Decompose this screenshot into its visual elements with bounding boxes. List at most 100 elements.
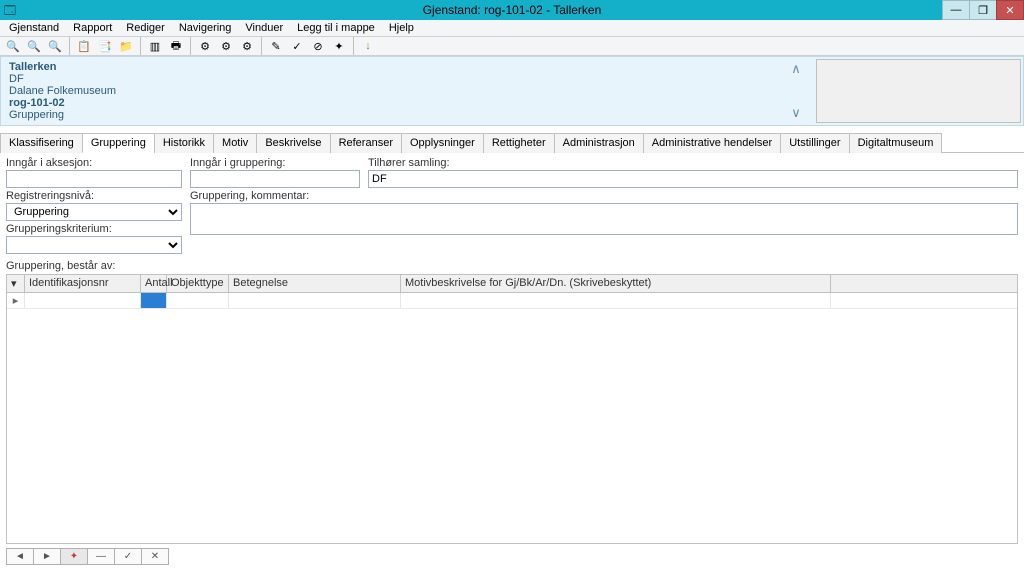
nav-next-button[interactable]: ►: [33, 548, 61, 565]
toolbar-separator: [190, 37, 191, 55]
record-nav: ◄ ► ✦ — ✓ ✕: [0, 544, 1024, 569]
tab-gruppering[interactable]: Gruppering: [82, 133, 155, 153]
cell-betegnelse[interactable]: [229, 293, 401, 308]
scroll-down-icon[interactable]: ∨: [791, 105, 801, 121]
menu-bar: Gjenstand Rapport Rediger Navigering Vin…: [0, 20, 1024, 37]
cancel-icon[interactable]: ⊘: [309, 37, 327, 55]
copy-icon[interactable]: 📑: [96, 37, 114, 55]
cell-id[interactable]: [25, 293, 141, 308]
info-name: Tallerken: [9, 61, 780, 73]
print-icon[interactable]: 🖶: [167, 37, 185, 55]
grid: ▾ Identifikasjonsnr Antall Objekttype Be…: [6, 274, 1018, 544]
menu-rediger[interactable]: Rediger: [119, 20, 172, 36]
field-registreringsniva: Registreringsnivå: Gruppering Gruppering…: [6, 190, 182, 254]
zoom-fit-icon[interactable]: 🔍: [46, 37, 64, 55]
check-icon[interactable]: ✓: [288, 37, 306, 55]
info-group: Gruppering: [9, 109, 780, 121]
grid-body[interactable]: ▸: [7, 293, 1017, 543]
window-controls: — ❐ ✕: [943, 0, 1024, 20]
toolbar-separator: [69, 37, 70, 55]
marker-icon[interactable]: ↓: [359, 37, 377, 55]
select-grupperingskriterium[interactable]: [6, 236, 182, 254]
close-button[interactable]: ✕: [996, 0, 1024, 20]
menu-rapport[interactable]: Rapport: [66, 20, 119, 36]
tab-administrasjon[interactable]: Administrasjon: [554, 133, 644, 153]
toolbar-separator: [353, 37, 354, 55]
app-icon: 🗔: [4, 2, 20, 18]
label-registreringsniva: Registreringsnivå:: [6, 190, 182, 202]
cell-objekttype[interactable]: [167, 293, 229, 308]
title-bar: 🗔 Gjenstand: rog-101-02 - Tallerken — ❐ …: [0, 0, 1024, 20]
tab-motiv[interactable]: Motiv: [213, 133, 257, 153]
label-grupperingskriterium: Grupperingskriterium:: [6, 223, 182, 235]
field-gruppering-kommentar: Gruppering, kommentar:: [190, 190, 1018, 238]
nav-first-button[interactable]: ◄: [6, 548, 34, 565]
textarea-gruppering-kommentar[interactable]: [190, 203, 1018, 235]
action-icon[interactable]: ✦: [330, 37, 348, 55]
tool2-icon[interactable]: ⚙: [217, 37, 235, 55]
info-panel: Tallerken DF Dalane Folkemuseum rog-101-…: [0, 56, 1024, 126]
tab-beskrivelse[interactable]: Beskrivelse: [256, 133, 330, 153]
menu-legg-til[interactable]: Legg til i mappe: [290, 20, 382, 36]
toolbar: 🔍 🔍 🔍 📋 📑 📁 ▥ 🖶 ⚙ ⚙ ⚙ ✎ ✓ ⊘ ✦ ↓: [0, 37, 1024, 56]
label-inngar-aksesjon: Inngår i aksesjon:: [6, 157, 182, 169]
list-icon[interactable]: 📋: [75, 37, 93, 55]
info-text: Tallerken DF Dalane Folkemuseum rog-101-…: [1, 57, 788, 125]
nav-add-button[interactable]: ✦: [60, 548, 88, 565]
label-tilhorer-samling: Tilhører samling:: [368, 157, 1018, 169]
grid-title: Gruppering, består av:: [0, 258, 1024, 274]
col-antall[interactable]: Antall: [141, 275, 167, 292]
maximize-button[interactable]: ❐: [969, 0, 997, 20]
label-inngar-gruppering: Inngår i gruppering:: [190, 157, 360, 169]
select-registreringsniva[interactable]: Gruppering: [6, 203, 182, 221]
tab-opplysninger[interactable]: Opplysninger: [401, 133, 484, 153]
tab-referanser[interactable]: Referanser: [330, 133, 402, 153]
nav-remove-button[interactable]: —: [87, 548, 115, 565]
zoom-in-icon[interactable]: 🔍: [25, 37, 43, 55]
tab-rettigheter[interactable]: Rettigheter: [483, 133, 555, 153]
grid-header: ▾ Identifikasjonsnr Antall Objekttype Be…: [7, 275, 1017, 293]
window-title: Gjenstand: rog-101-02 - Tallerken: [423, 3, 602, 17]
scroll-up-icon[interactable]: ∧: [791, 61, 801, 77]
label-gruppering-kommentar: Gruppering, kommentar:: [190, 190, 1018, 202]
field-inngar-aksesjon: Inngår i aksesjon:: [6, 157, 182, 188]
info-id: rog-101-02: [9, 97, 780, 109]
minimize-button[interactable]: —: [942, 0, 970, 20]
col-selector[interactable]: ▾: [7, 275, 25, 292]
barcode-icon[interactable]: ▥: [146, 37, 164, 55]
col-objekttype[interactable]: Objekttype: [167, 275, 229, 292]
row-marker-icon: ▸: [7, 293, 25, 308]
nav-cancel-button[interactable]: ✕: [141, 548, 169, 565]
edit-icon[interactable]: ✎: [267, 37, 285, 55]
tab-admin-hendelser[interactable]: Administrative hendelser: [643, 133, 781, 153]
grid-row[interactable]: ▸: [7, 293, 1017, 309]
field-tilhorer-samling: Tilhører samling:: [368, 157, 1018, 188]
zoom-icon[interactable]: 🔍: [4, 37, 22, 55]
nav-confirm-button[interactable]: ✓: [114, 548, 142, 565]
toolbar-separator: [140, 37, 141, 55]
input-inngar-aksesjon[interactable]: [6, 170, 182, 188]
tab-digitaltmuseum[interactable]: Digitaltmuseum: [849, 133, 943, 153]
col-motivbeskrivelse[interactable]: Motivbeskrivelse for Gj/Bk/Ar/Dn. (Skriv…: [401, 275, 831, 292]
folder-icon[interactable]: 📁: [117, 37, 135, 55]
menu-hjelp[interactable]: Hjelp: [382, 20, 421, 36]
form-area: Inngår i aksesjon: Inngår i gruppering: …: [0, 153, 1024, 258]
input-tilhorer-samling[interactable]: [368, 170, 1018, 188]
tab-utstillinger[interactable]: Utstillinger: [780, 133, 849, 153]
tool3-icon[interactable]: ⚙: [238, 37, 256, 55]
menu-navigering[interactable]: Navigering: [172, 20, 239, 36]
info-scroll[interactable]: ∧ ∨: [788, 57, 804, 125]
tab-historikk[interactable]: Historikk: [154, 133, 214, 153]
menu-gjenstand[interactable]: Gjenstand: [2, 20, 66, 36]
tab-klassifisering[interactable]: Klassifisering: [0, 133, 83, 153]
col-betegnelse[interactable]: Betegnelse: [229, 275, 401, 292]
tool-icon[interactable]: ⚙: [196, 37, 214, 55]
cell-motiv[interactable]: [401, 293, 831, 308]
menu-vinduer[interactable]: Vinduer: [238, 20, 290, 36]
preview-pane: [816, 59, 1021, 123]
info-code: DF: [9, 73, 780, 85]
cell-antall[interactable]: [141, 293, 167, 308]
input-inngar-gruppering[interactable]: [190, 170, 360, 188]
col-identifikasjonsnr[interactable]: Identifikasjonsnr: [25, 275, 141, 292]
field-inngar-gruppering: Inngår i gruppering:: [190, 157, 360, 188]
